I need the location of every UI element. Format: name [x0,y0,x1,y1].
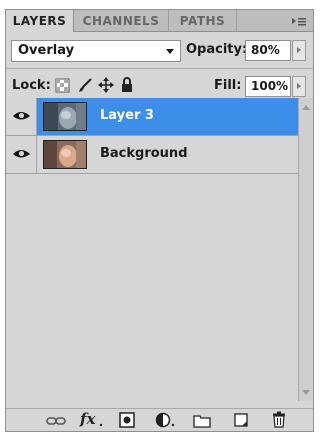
layer-row-background[interactable]: Background [6,136,298,174]
tab-layers[interactable]: LAYERS [6,10,74,32]
fill-input[interactable]: 100% [245,76,291,97]
opacity-slider-button[interactable] [292,40,306,61]
lock-label: Lock: [12,78,51,93]
opacity-label[interactable]: Opacity: [186,42,247,57]
trash-icon[interactable] [272,411,286,432]
tab-bar: LAYERS CHANNELS PATHS [6,10,313,32]
adjustment-layer-icon[interactable] [155,412,177,432]
fill-slider-button[interactable] [292,76,306,97]
eye-icon [13,150,30,158]
new-group-folder-icon[interactable] [193,413,211,432]
lock-all-padlock-icon[interactable] [120,77,134,97]
scroll-down-icon[interactable] [302,390,310,395]
new-layer-icon[interactable] [233,412,249,432]
visibility-toggle[interactable] [6,136,37,173]
tab-paths[interactable]: PATHS [169,10,237,32]
layers-panel: LAYERS CHANNELS PATHS Overlay Opacity: 8… [5,9,314,432]
fx-icon[interactable]: fx [79,409,105,433]
lock-position-move-icon[interactable] [98,77,114,97]
layer-list-scrollbar[interactable] [298,98,313,401]
layer-list: Layer 3 Background [6,98,313,401]
lock-image-brush-icon[interactable] [77,77,93,97]
add-mask-icon[interactable] [119,412,135,432]
blend-mode-value: Overlay [18,43,75,58]
layer-thumbnail[interactable] [43,102,87,131]
layer-name[interactable]: Background [100,146,188,161]
lock-transparency-icon[interactable] [55,78,70,97]
layer-row-layer-3[interactable]: Layer 3 [6,98,298,136]
eye-icon [13,112,30,120]
visibility-toggle[interactable] [6,98,37,135]
svg-text:fx: fx [79,410,96,428]
scroll-up-icon[interactable] [302,105,310,110]
tab-channels[interactable]: CHANNELS [74,10,169,32]
layer-thumbnail[interactable] [43,140,87,169]
fill-label[interactable]: Fill: [214,78,241,93]
layer-name[interactable]: Layer 3 [100,108,154,123]
link-icon[interactable] [46,413,66,432]
opacity-input[interactable]: 80% [245,40,291,61]
layers-bottom-toolbar: fx [6,408,313,431]
panel-menu-icon[interactable] [291,14,307,28]
blend-mode-select[interactable]: Overlay [11,40,181,62]
divider [6,68,313,69]
chevron-down-icon [166,49,174,54]
